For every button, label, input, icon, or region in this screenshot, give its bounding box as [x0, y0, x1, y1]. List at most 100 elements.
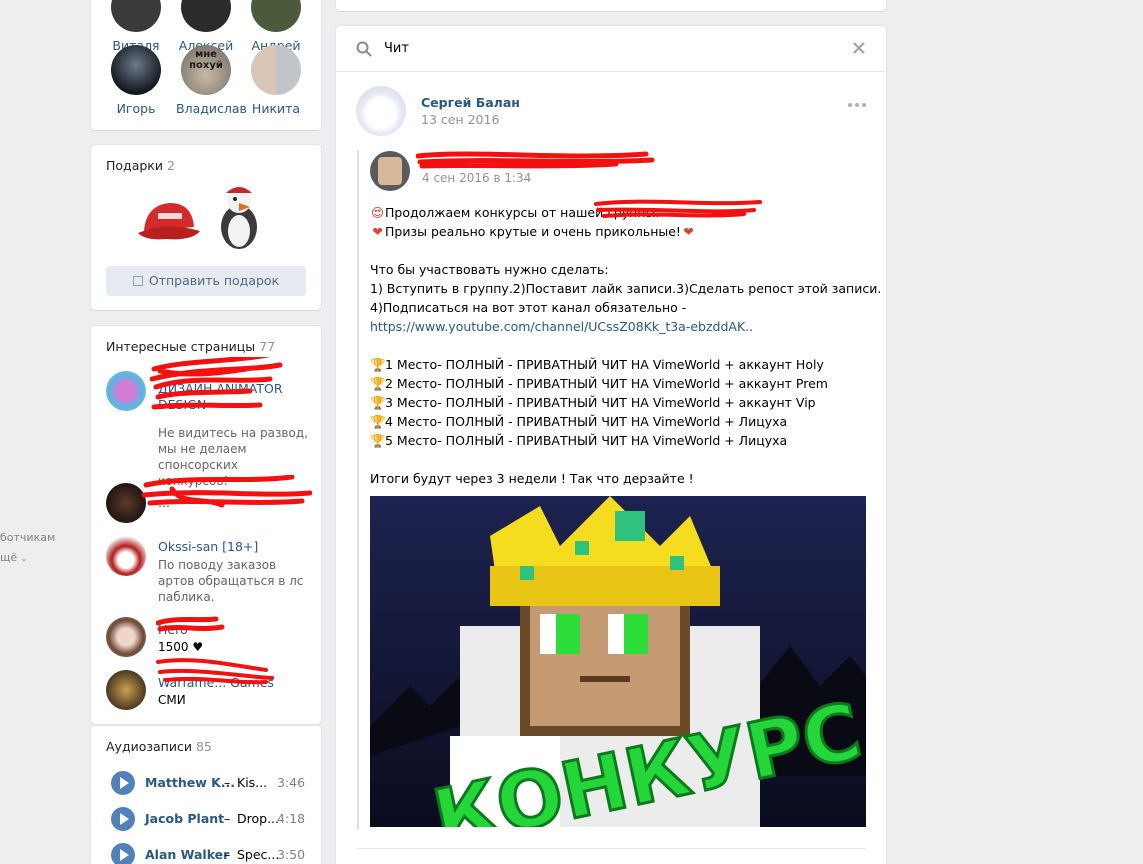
gift-icon: [132, 276, 143, 286]
track-title[interactable]: Kis...: [237, 775, 267, 790]
gifts-card: Подарки 2 Отправить подарок: [91, 145, 321, 310]
track-separator: –: [224, 775, 231, 790]
post-line: Что бы участвовать нужно сделать:: [370, 262, 609, 277]
gift-puffin[interactable]: [216, 185, 262, 254]
pages-title[interactable]: Интересные страницы: [106, 339, 255, 354]
play-icon[interactable]: [111, 843, 135, 864]
play-icon[interactable]: [111, 807, 135, 831]
friends-card: Виталя Алексей Андрей Игорь мне похуй Вл…: [91, 0, 321, 130]
audio-count: 85: [195, 739, 212, 754]
track-title[interactable]: Drop...: [237, 811, 279, 826]
friend-item[interactable]: Игорь: [106, 45, 166, 116]
avatar[interactable]: [251, 45, 301, 95]
audio-title[interactable]: Аудиозаписи: [106, 739, 192, 754]
pages-header[interactable]: Интересные страницы 77: [106, 339, 275, 354]
track-separator: –: [224, 847, 231, 862]
gift-red-cap[interactable]: [136, 195, 202, 250]
avatar[interactable]: [251, 0, 301, 32]
audio-track[interactable]: Alan Walker – Spec... 3:50: [111, 843, 311, 864]
wall-card: Чит Сергей Балан 13 сен 2016 4 сен 2016 …: [336, 26, 886, 864]
page-desc: По поводу заказов артов обращаться в лс …: [158, 558, 304, 604]
page-name[interactable]: Warfame... Games: [158, 675, 308, 691]
audio-header[interactable]: Аудиозаписи 85: [106, 739, 212, 754]
page-name[interactable]: Okssi-san [18+]: [158, 539, 308, 555]
avatar[interactable]: [106, 617, 146, 657]
avatar-text: мне похуй: [189, 49, 223, 71]
page-desc: 1500 ♥: [158, 640, 204, 654]
avatar[interactable]: [181, 0, 231, 32]
page-name[interactable]: ...: [158, 495, 308, 511]
track-artist[interactable]: Jacob Plant: [145, 811, 224, 826]
repost-indicator: [357, 150, 359, 830]
gifts-header[interactable]: Подарки 2: [106, 158, 175, 173]
track-duration: 3:46: [277, 775, 306, 790]
search-input[interactable]: Чит: [384, 41, 409, 56]
post-line-text: Продолжаем конкурсы от нашей группы:: [385, 205, 660, 220]
prize-text: 2 Место- ПОЛНЫЙ - ПРИВАТНЫЙ ЧИТ НА VimeW…: [385, 376, 828, 391]
trophy-icon: 🏆: [370, 395, 386, 410]
track-artist[interactable]: Alan Walker: [145, 847, 229, 862]
search-icon: [356, 41, 372, 57]
pages-count: 77: [259, 339, 276, 354]
post-line-text: Призы реально крутые и очень прикольные!: [385, 224, 681, 239]
redaction-scribble: [416, 151, 655, 169]
page-item[interactable]: Warfame... Games СМИ: [106, 658, 311, 710]
friend-name[interactable]: Никита: [246, 101, 306, 116]
friend-item[interactable]: Никита: [246, 45, 306, 116]
page-item[interactable]: Hero 1500 ♥: [106, 616, 311, 657]
audio-track[interactable]: Jacob Plant – Drop... 4:18: [111, 807, 311, 831]
page-name[interactable]: Hero: [158, 622, 308, 638]
trophy-icon: 🏆: [370, 357, 386, 372]
prize-line: 🏆2 Место- ПОЛНЫЙ - ПРИВАТНЫЙ ЧИТ НА Vime…: [370, 374, 870, 393]
avatar[interactable]: [106, 371, 146, 411]
post-divider: [356, 848, 866, 849]
send-gift-label: Отправить подарок: [148, 273, 280, 288]
audio-track[interactable]: Matthew K... – Kis... 3:46: [111, 771, 311, 795]
avatar[interactable]: [106, 670, 146, 710]
friend-name[interactable]: Владислав: [176, 101, 247, 116]
play-icon[interactable]: [111, 771, 135, 795]
gifts-title[interactable]: Подарки: [106, 158, 163, 173]
heart-icon: ❤: [683, 224, 694, 239]
prize-line: 🏆3 Место- ПОЛНЫЙ - ПРИВАТНЫЙ ЧИТ НА Vime…: [370, 393, 870, 412]
post-date[interactable]: 13 сен 2016: [421, 112, 499, 127]
avatar[interactable]: мне похуй: [181, 45, 231, 95]
audio-card: Аудиозаписи 85 Matthew K... – Kis... 3:46…: [91, 725, 321, 864]
send-gift-button[interactable]: Отправить подарок: [106, 266, 306, 296]
post-line: 1) Вступить в группу.2)Поставит лайк зап…: [370, 281, 882, 296]
avatar[interactable]: [106, 536, 146, 576]
post-line: Итоги будут через 3 недели ! Так что дер…: [370, 471, 694, 486]
page-item[interactable]: ДИЗАЙН ANIMATOR DESIGN Не видитесь на ра…: [106, 357, 311, 488]
avatar[interactable]: [111, 45, 161, 95]
trophy-icon: 🏆: [370, 414, 386, 429]
track-duration: 4:18: [277, 811, 306, 826]
interesting-pages-card: Интересные страницы 77 ДИЗАЙН ANIMATOR DE…: [91, 326, 321, 724]
previous-post-card: [336, 0, 886, 11]
track-title[interactable]: Spec...: [237, 847, 279, 862]
left-edge-line[interactable]: щё ⌄: [0, 548, 55, 569]
page-item[interactable]: Okssi-san [18+] По поводу заказов артов …: [106, 536, 311, 606]
close-icon[interactable]: [852, 41, 866, 55]
post-line: 4)Подписаться на вот этот канал обязател…: [370, 300, 687, 315]
friend-name[interactable]: Игорь: [106, 101, 166, 116]
friend-item[interactable]: мне похуй Владислав: [176, 45, 247, 116]
more-icon[interactable]: [847, 102, 867, 108]
track-separator: –: [224, 811, 231, 826]
avatar[interactable]: [111, 0, 161, 32]
prize-line: 🏆5 Место- ПОЛНЫЙ - ПРИВАТНЫЙ ЧИТ НА Vime…: [370, 431, 870, 450]
prize-text: 3 Место- ПОЛНЫЙ - ПРИВАТНЫЙ ЧИТ НА VimeW…: [385, 395, 816, 410]
prize-line: 🏆4 Место- ПОЛНЫЙ - ПРИВАТНЫЙ ЧИТ НА Vime…: [370, 412, 870, 431]
page-name[interactable]: ДИЗАЙН ANIMATOR DESIGN: [158, 381, 308, 413]
repost-date[interactable]: 4 сен 2016 в 1:34: [422, 171, 531, 185]
heart-icon: ❤: [372, 224, 383, 239]
post-image[interactable]: КОНКУРС: [370, 496, 866, 827]
left-edge-line: ботчикам: [0, 531, 56, 544]
avatar[interactable]: [106, 483, 146, 523]
youtube-link[interactable]: https://www.youtube.com/channel/UCssZ08K…: [370, 319, 753, 334]
repost-avatar[interactable]: [370, 151, 410, 191]
track-artist[interactable]: Matthew K...: [145, 775, 235, 790]
post-author[interactable]: Сергей Балан: [421, 95, 520, 110]
gifts-count: 2: [166, 158, 175, 173]
author-avatar[interactable]: [356, 86, 406, 136]
page-item[interactable]: ...: [106, 475, 312, 523]
